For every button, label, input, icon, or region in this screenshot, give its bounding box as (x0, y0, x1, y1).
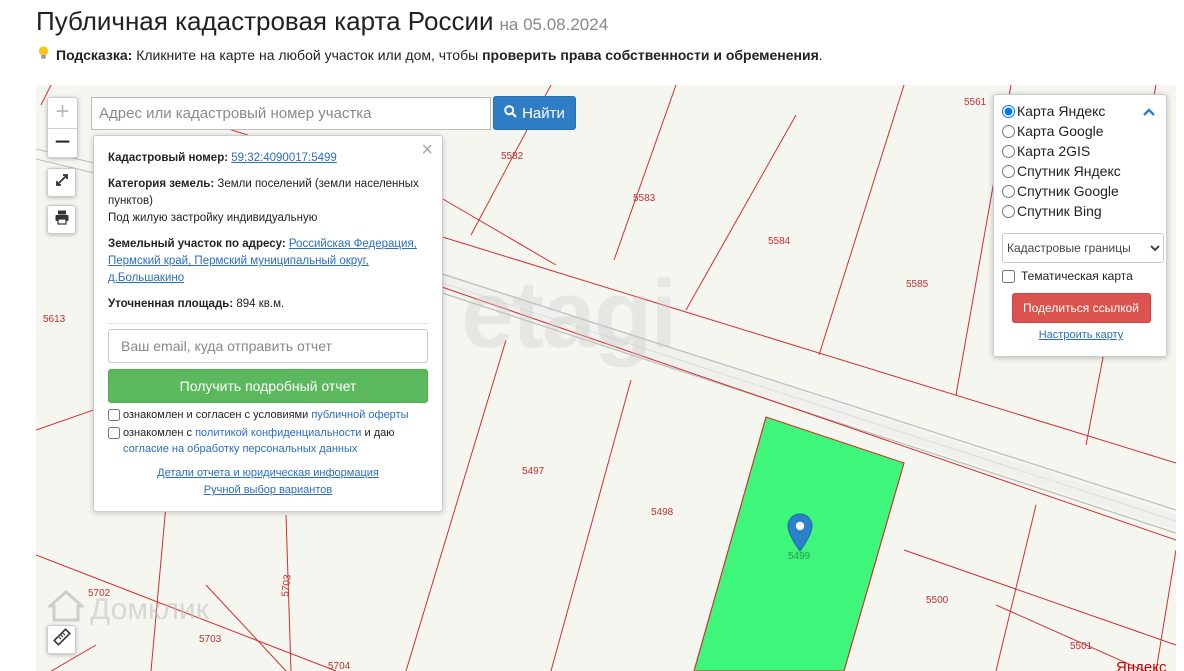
page-title: Публичная кадастровая карта России на 05.… (36, 6, 608, 37)
overlay-select[interactable]: Кадастровые границы (1002, 233, 1164, 263)
parcel-label-5583: 5583 (633, 193, 656, 204)
privacy-agreement-row: ознакомлен с политикой конфиденциальност… (108, 425, 428, 457)
popup-divider (108, 323, 428, 324)
parcel-label-5497: 5497 (522, 466, 545, 477)
layer-radio-4[interactable] (1002, 184, 1015, 198)
configure-map-link[interactable]: Настроить карту (1002, 329, 1160, 341)
zoom-in-button[interactable]: + (48, 98, 77, 128)
printer-icon (54, 209, 70, 230)
layer-option-0[interactable]: Карта Яндекс (1002, 101, 1160, 121)
layer-option-label: Карта Google (1017, 123, 1104, 139)
parcel-label-5584: 5584 (768, 236, 791, 247)
share-link-button[interactable]: Поделиться ссылкой (1011, 293, 1151, 323)
get-report-button[interactable]: Получить подробный отчет (108, 369, 428, 403)
parcel-label-5703b: 5703 (199, 634, 222, 645)
parcel-label-5613: 5613 (43, 314, 66, 325)
thematic-map-label: Тематическая карта (1021, 269, 1133, 283)
personal-data-consent-link[interactable]: согласие на обработку персональных данны… (123, 443, 357, 455)
hint: Подсказка: Кликните на карте на любой уч… (36, 46, 823, 63)
cadastral-number-row: Кадастровый номер: 59:32:4090017:5499 (108, 150, 428, 167)
layer-option-5[interactable]: Спутник Bing (1002, 201, 1160, 221)
ruler-icon (52, 628, 71, 651)
popup-footer-links: Детали отчета и юридическая информация Р… (94, 465, 442, 499)
land-category-label: Категория земель: (108, 178, 215, 190)
area-label: Уточненная площадь: (108, 298, 234, 310)
page-title-text: Публичная кадастровая карта России (36, 6, 494, 36)
layer-radio-5[interactable] (1002, 204, 1015, 218)
cadastral-map[interactable]: 5561 5582 5583 5584 5585 5613 5497 5498 … (36, 85, 1176, 671)
privacy-agreement-mid: и даю (364, 427, 395, 439)
parcel-label-5498: 5498 (651, 507, 674, 518)
page-title-date: на 05.08.2024 (499, 15, 609, 34)
report-details-link[interactable]: Детали отчета и юридическая информация (94, 465, 442, 482)
layer-option-3[interactable]: Спутник Яндекс (1002, 161, 1160, 181)
watermark-domclick: Домклик (46, 590, 209, 630)
area-value: 894 кв.м. (236, 298, 285, 310)
layer-option-2[interactable]: Карта 2GIS (1002, 141, 1160, 161)
offer-agreement-row: ознакомлен и согласен с условиями публич… (108, 407, 428, 423)
area-row: Уточненная площадь: 894 кв.м. (108, 296, 428, 313)
map-layer-panel: Карта Яндекс Карта Google Карта 2GIS Спутни… (993, 94, 1167, 357)
parcel-label-5582: 5582 (501, 151, 524, 162)
privacy-agreement-checkbox[interactable] (108, 427, 120, 439)
thematic-map-checkbox[interactable] (1002, 269, 1015, 283)
ruler-button[interactable] (47, 625, 76, 654)
house-icon (46, 590, 86, 630)
parcel-label-5501: 5501 (1070, 641, 1093, 652)
hint-bold: проверить права собственности и обремене… (482, 47, 819, 63)
address-row: Земельный участок по адресу: Российская … (108, 236, 428, 287)
location-marker-icon[interactable] (787, 513, 813, 553)
watermark-domclick-text: Домклик (90, 593, 209, 626)
print-button[interactable] (47, 205, 76, 234)
layer-radio-2[interactable] (1002, 144, 1015, 158)
close-icon[interactable]: × (421, 140, 433, 160)
hint-text: Кликните на карте на любой участок или д… (136, 47, 479, 63)
cadastral-number-label: Кадастровый номер: (108, 152, 229, 164)
layer-radio-0[interactable] (1002, 104, 1015, 118)
parcel-info-popup: × Кадастровый номер: 59:32:4090017:5499 … (93, 135, 443, 512)
layer-option-4[interactable]: Спутник Google (1002, 181, 1160, 201)
hint-label: Подсказка: (56, 47, 133, 63)
zoom-out-button[interactable]: − (48, 128, 77, 158)
parcel-label-5561: 5561 (964, 97, 987, 108)
parcel-label-5704: 5704 (328, 661, 351, 671)
privacy-policy-link[interactable]: политикой конфиденциальности (195, 427, 361, 439)
layer-option-label: Спутник Google (1017, 183, 1119, 199)
watermark-etagi: etagi (461, 261, 677, 368)
search-icon (504, 104, 517, 122)
search-input[interactable] (91, 97, 491, 130)
layer-option-label: Карта Яндекс (1017, 103, 1106, 119)
fullscreen-button[interactable] (47, 168, 76, 197)
cadastral-number-link[interactable]: 59:32:4090017:5499 (231, 152, 337, 164)
fullscreen-icon (54, 172, 70, 193)
thematic-map-toggle[interactable]: Тематическая карта (1002, 269, 1160, 283)
search-button-label: Найти (522, 104, 565, 122)
parcel-label-5585: 5585 (906, 279, 929, 290)
search-button[interactable]: Найти (493, 96, 576, 130)
layer-option-label: Карта 2GIS (1017, 143, 1091, 159)
zoom-control: + − (47, 97, 78, 158)
layer-option-label: Спутник Яндекс (1017, 163, 1121, 179)
land-category-row: Категория земель: Земли поселений (земли… (108, 176, 428, 227)
offer-agreement-checkbox[interactable] (108, 409, 120, 421)
hint-end: . (818, 47, 823, 63)
parcel-label-5500: 5500 (926, 595, 949, 606)
public-offer-link[interactable]: публичной оферты (311, 409, 408, 421)
layer-option-label: Спутник Bing (1017, 203, 1102, 219)
privacy-agreement-text: ознакомлен с (123, 427, 193, 439)
email-field[interactable] (108, 329, 428, 363)
layer-option-1[interactable]: Карта Google (1002, 121, 1160, 141)
layer-radio-3[interactable] (1002, 164, 1015, 178)
parcel-label-5703a: 5703 (280, 574, 294, 598)
lightbulb-icon (36, 46, 50, 63)
manual-selection-link[interactable]: Ручной выбор вариантов (94, 482, 442, 499)
offer-agreement-text: ознакомлен и согласен с условиями (123, 409, 309, 421)
land-usage-value: Под жилую застройку индивидуальную (108, 212, 318, 224)
layer-radio-1[interactable] (1002, 124, 1015, 138)
base-layer-options: Карта Яндекс Карта Google Карта 2GIS Спутни… (1002, 101, 1160, 221)
map-provider-label: Яндекс (1116, 659, 1167, 671)
address-label: Земельный участок по адресу: (108, 238, 286, 250)
chevron-up-icon[interactable] (1142, 104, 1156, 120)
